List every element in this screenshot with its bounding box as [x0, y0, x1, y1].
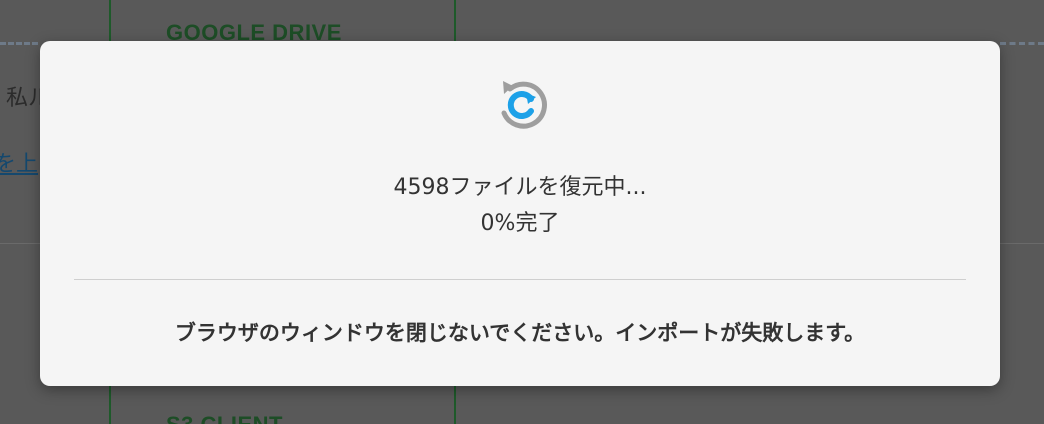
background-card-title-s3-client: S3 CLIENT	[166, 412, 283, 424]
restore-progress-modal: 4598ファイルを復元中... 0%完了 ブラウザのウィンドウを閉じないでくださ…	[40, 41, 1000, 386]
modal-divider	[74, 279, 966, 280]
background-dashed-border	[1000, 42, 1044, 48]
screen: GOOGLE DRIVE S3 CLIENT 私ル を上 4598ファイルを復元…	[0, 0, 1044, 424]
restore-progress-percent: 0%完了	[480, 211, 560, 236]
refresh-spinner-icon	[501, 81, 547, 129]
do-not-close-warning: ブラウザのウィンドウを閉じないでください。インポートが失敗します。	[174, 321, 866, 345]
background-partial-link: を上	[0, 152, 39, 177]
restore-progress-title: 4598ファイルを復元中...	[393, 175, 647, 200]
background-dashed-border	[0, 42, 38, 48]
